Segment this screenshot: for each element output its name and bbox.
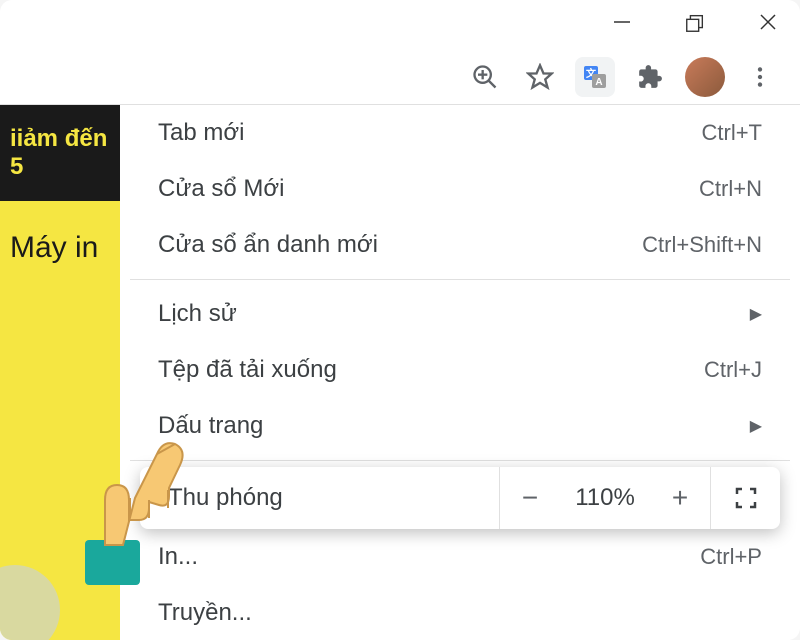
- window-title-bar: [0, 0, 800, 50]
- menu-label: Cửa sổ Mới: [158, 175, 699, 203]
- minimize-button[interactable]: [610, 9, 634, 41]
- menu-history[interactable]: Lịch sử ▶: [130, 286, 790, 342]
- menu-print[interactable]: In... Ctrl+P: [130, 529, 790, 585]
- menu-bookmarks[interactable]: Dấu trang ▶: [130, 398, 790, 454]
- decorative-circle: [0, 565, 60, 640]
- menu-divider: [130, 460, 790, 461]
- profile-avatar[interactable]: [685, 57, 725, 97]
- zoom-indicator-icon[interactable]: [465, 57, 505, 97]
- menu-label: Truyền...: [158, 599, 762, 627]
- svg-text:A: A: [595, 77, 602, 88]
- zoom-value: 110%: [560, 484, 650, 512]
- menu-shortcut: Ctrl+T: [702, 120, 763, 146]
- menu-label: Lịch sử: [158, 300, 750, 328]
- bookmark-star-icon[interactable]: [520, 57, 560, 97]
- menu-label: Cửa sổ ẩn danh mới: [158, 231, 642, 259]
- browser-toolbar: 文A: [0, 50, 800, 105]
- zoom-controls: − 110% +: [499, 467, 710, 529]
- menu-new-incognito[interactable]: Cửa sổ ẩn danh mới Ctrl+Shift+N: [130, 217, 790, 273]
- menu-label: In...: [158, 543, 700, 571]
- menu-shortcut: Ctrl+Shift+N: [642, 232, 762, 258]
- menu-label: Dấu trang: [158, 412, 750, 440]
- menu-cast[interactable]: Truyền...: [130, 585, 790, 640]
- menu-dots-icon[interactable]: [740, 57, 780, 97]
- menu-new-window[interactable]: Cửa sổ Mới Ctrl+N: [130, 161, 790, 217]
- chrome-main-menu: Tab mới Ctrl+T Cửa sổ Mới Ctrl+N Cửa sổ …: [130, 105, 790, 640]
- translate-extension-icon[interactable]: 文A: [575, 57, 615, 97]
- menu-zoom-row: Thu phóng − 110% +: [140, 467, 780, 529]
- maximize-button[interactable]: [684, 9, 706, 41]
- close-button[interactable]: [756, 9, 780, 41]
- page-banner-dark: iiảm đến 5: [0, 105, 120, 201]
- zoom-out-button[interactable]: −: [500, 467, 560, 529]
- page-banner-yellow: Máy in: [0, 201, 120, 295]
- submenu-arrow-icon: ▶: [750, 416, 762, 436]
- menu-new-tab[interactable]: Tab mới Ctrl+T: [130, 105, 790, 161]
- menu-shortcut: Ctrl+N: [699, 176, 762, 202]
- menu-downloads[interactable]: Tệp đã tải xuống Ctrl+J: [130, 342, 790, 398]
- menu-label: Tệp đã tải xuống: [158, 356, 704, 384]
- zoom-in-button[interactable]: +: [650, 467, 710, 529]
- menu-label: Tab mới: [158, 119, 702, 147]
- menu-shortcut: Ctrl+J: [704, 357, 762, 383]
- menu-divider: [130, 279, 790, 280]
- fullscreen-button[interactable]: [710, 467, 780, 529]
- submenu-arrow-icon: ▶: [750, 304, 762, 324]
- pointing-hand-annotation: [75, 430, 215, 595]
- menu-shortcut: Ctrl+P: [700, 544, 762, 570]
- extensions-puzzle-icon[interactable]: [630, 57, 670, 97]
